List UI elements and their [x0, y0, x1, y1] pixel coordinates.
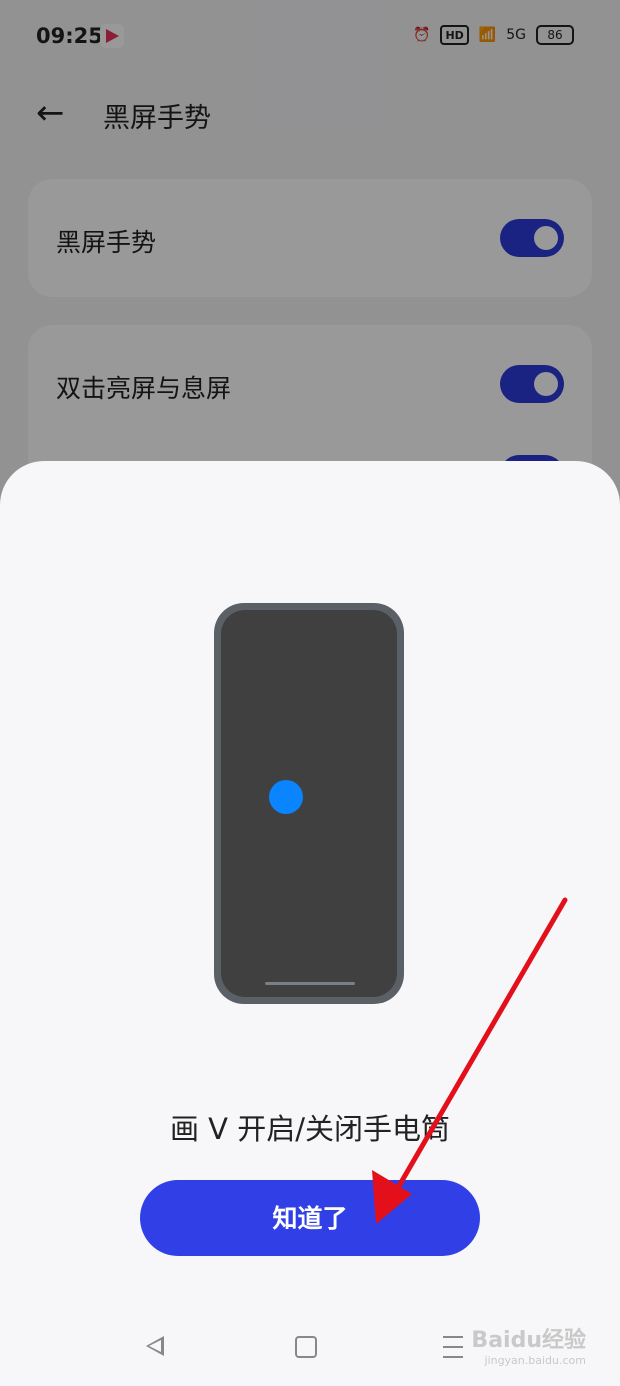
red-annotation-arrow [372, 897, 568, 1224]
screen: 09:25 ⏰ HD 📶 5G 86 ← 黑屏手势 黑屏手势 双击亮屏与息屏 画… [0, 0, 620, 1386]
